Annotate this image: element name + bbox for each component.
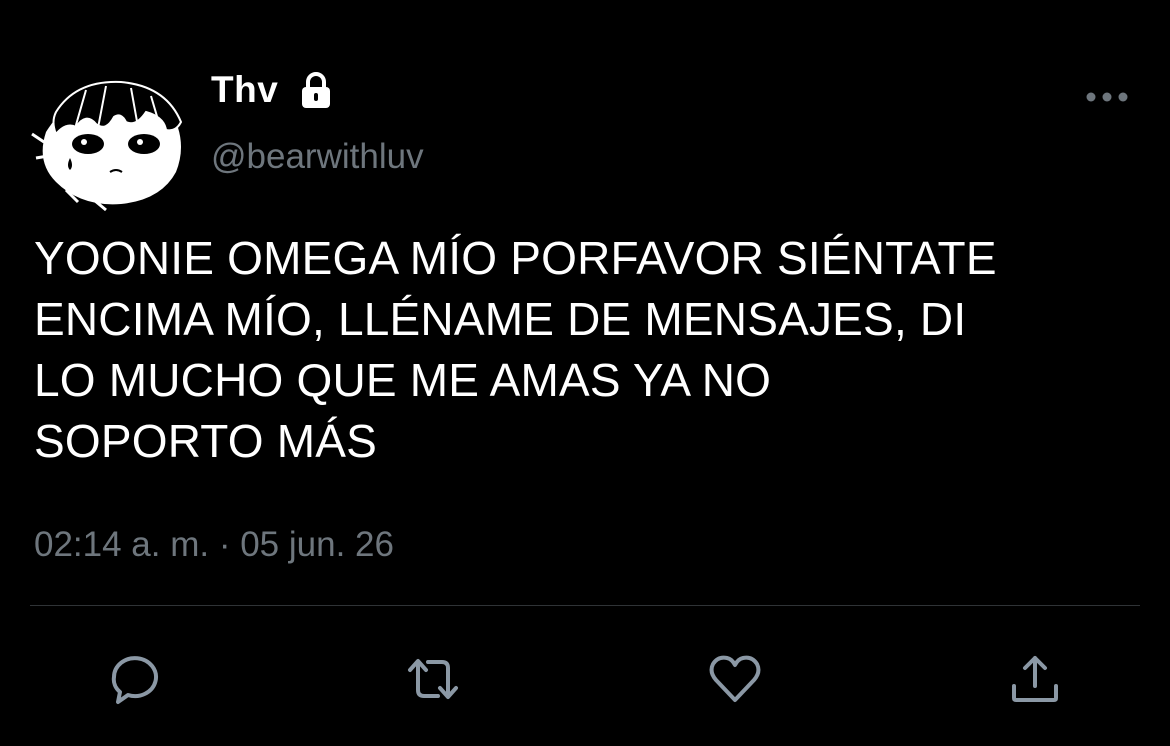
timestamp[interactable]: 02:14 a. m. · 05 jun. 26 [34,522,394,568]
lock-icon [296,70,336,110]
reply-icon [111,656,158,704]
display-name-row[interactable]: Thv [211,68,336,112]
like-button[interactable] [706,650,764,708]
display-name[interactable]: Thv [211,68,278,112]
tweet-text: YOONIE OMEGA MÍO PORFAVOR SIÉNTATE ENCIM… [34,232,997,467]
divider [30,605,1140,606]
share-icon [1012,656,1058,702]
heart-icon [709,655,761,702]
retweet-button[interactable] [404,650,462,708]
reply-button[interactable] [106,650,164,708]
retweet-icon [408,659,458,699]
share-button[interactable] [1006,650,1064,708]
handle[interactable]: @bearwithluv [211,134,424,180]
avatar[interactable] [26,72,188,212]
more-options-icon[interactable] [1084,84,1130,110]
